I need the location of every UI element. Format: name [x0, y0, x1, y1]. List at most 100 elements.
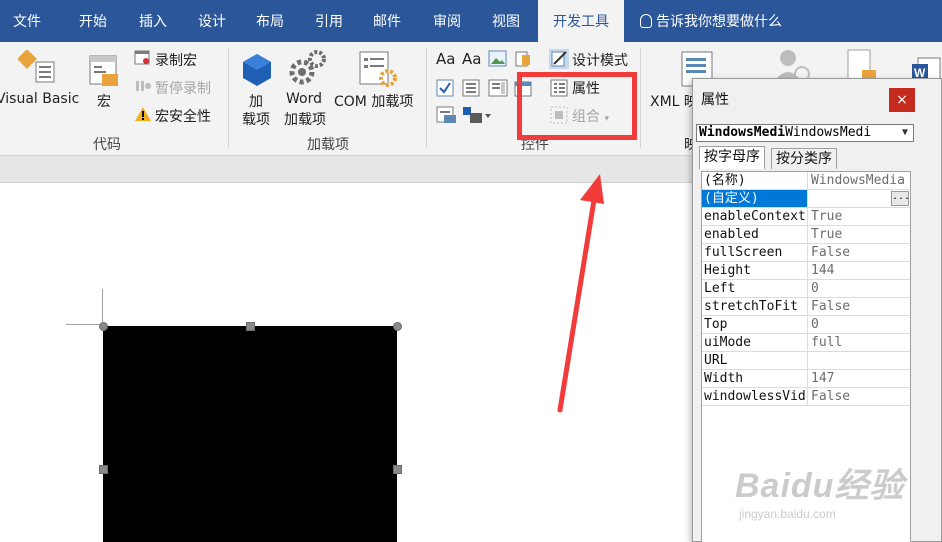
record-macro-icon [134, 50, 150, 65]
checkbox-control-icon[interactable] [436, 79, 454, 97]
chevron-down-icon: ▼ [901, 127, 909, 138]
property-name: Width [702, 370, 808, 387]
property-value[interactable]: False [809, 298, 910, 315]
property-row[interactable]: (自定义)... [702, 190, 910, 208]
property-row[interactable]: stretchToFit False [702, 298, 910, 316]
tell-me-box[interactable]: 告诉我你想要做什么 [640, 0, 782, 42]
com-addins-icon [359, 51, 397, 87]
tab-references[interactable]: 引用 [300, 0, 358, 42]
property-name: uiMode [702, 334, 808, 351]
word-addins-button-line1[interactable]: Word [286, 91, 322, 107]
property-name: Top [702, 316, 808, 333]
property-row[interactable]: (名称) WindowsMedia [702, 172, 910, 190]
tab-file[interactable]: 文件 [0, 0, 54, 42]
addins-button-line1[interactable]: 加 [249, 91, 263, 111]
property-name: windowlessVid [702, 388, 808, 405]
tab-categorized[interactable]: 按分类序 [771, 148, 837, 169]
addins-icon [243, 54, 271, 86]
macros-icon [89, 55, 118, 86]
group-divider [228, 48, 229, 148]
word-addins-button-line2[interactable]: 加载项 [284, 109, 326, 129]
plain-text-control-icon[interactable]: Aa [462, 50, 481, 68]
tab-alphabetic[interactable]: 按字母序 [699, 146, 765, 169]
tab-mailings[interactable]: 邮件 [358, 0, 416, 42]
group-divider [640, 48, 641, 148]
property-name: Height [702, 262, 808, 279]
object-selector[interactable]: WindowsMediWindowsMedi ▼ [696, 124, 914, 142]
pause-recording-icon [136, 81, 151, 91]
resize-handle[interactable] [99, 322, 108, 331]
property-value[interactable]: 0 [809, 316, 910, 333]
tab-layout[interactable]: 布局 [241, 0, 299, 42]
resize-handle[interactable] [393, 322, 402, 331]
combo-box-control-icon[interactable] [462, 79, 480, 97]
legacy-forms-icon[interactable] [436, 106, 458, 124]
legacy-tools-icon[interactable] [462, 105, 492, 125]
property-value[interactable]: 144 [809, 262, 910, 279]
tab-insert[interactable]: 插入 [124, 0, 182, 42]
property-value[interactable]: 147 [809, 370, 910, 387]
visual-basic-button[interactable]: Visual Basic [0, 91, 79, 107]
property-row[interactable]: URL [702, 352, 910, 370]
rich-text-control-icon[interactable]: Aa [436, 50, 455, 68]
property-value[interactable]: False [809, 244, 910, 261]
property-value[interactable]: 0 [809, 280, 910, 297]
code-group-label: 代码 [93, 137, 121, 153]
property-row[interactable]: Height 144 [702, 262, 910, 280]
tab-home[interactable]: 开始 [64, 0, 122, 42]
property-name: (自定义) [702, 190, 808, 207]
property-name: (名称) [702, 172, 808, 189]
tab-developer[interactable]: 开发工具 [538, 0, 624, 42]
macros-button[interactable]: 宏 [97, 91, 111, 111]
tell-me-text: 告诉我你想要做什么 [656, 14, 782, 30]
property-value[interactable]: True [809, 226, 910, 243]
object-name: WindowsMedi [699, 125, 786, 140]
tab-design[interactable]: 设计 [183, 0, 241, 42]
visual-basic-icon [18, 50, 55, 83]
record-macro-button[interactable]: 录制宏 [155, 50, 197, 70]
group-divider [426, 48, 427, 148]
watermark-logo: Baidu经验 [735, 467, 905, 505]
property-value[interactable] [809, 352, 910, 369]
dropdown-list-control-icon[interactable] [488, 79, 508, 97]
resize-handle[interactable] [246, 322, 255, 331]
windows-media-player-control[interactable] [103, 326, 397, 542]
property-row[interactable]: enableContext True [702, 208, 910, 226]
lightbulb-icon [640, 14, 652, 28]
property-name: Left [702, 280, 808, 297]
property-row[interactable]: Top 0 [702, 316, 910, 334]
design-mode-button[interactable]: 设计模式 [572, 50, 628, 70]
pause-recording-button[interactable]: 暂停录制 [155, 78, 211, 98]
xml-mapping-button[interactable]: XML 映 [650, 91, 698, 111]
property-value[interactable]: True [809, 208, 910, 225]
tab-view[interactable]: 视图 [477, 0, 535, 42]
property-row[interactable]: uiMode full [702, 334, 910, 352]
property-value[interactable]: WindowsMedia [809, 172, 910, 189]
ellipsis-button[interactable]: ... [891, 191, 910, 206]
word-window: 文件 开始 插入 设计 布局 引用 邮件 审阅 视图 开发工具 告诉我你想要做什… [0, 0, 942, 542]
warning-icon [135, 107, 151, 121]
close-button[interactable]: × [889, 88, 915, 112]
property-name: URL [702, 352, 808, 369]
baidu-watermark: Baidu经验 jingyan.baidu.com [735, 458, 904, 521]
property-value[interactable]: full [809, 334, 910, 351]
property-name: enableContext [702, 208, 808, 225]
red-arrow-annotation [557, 174, 604, 413]
building-block-control-icon[interactable] [514, 50, 532, 68]
word-addins-gear-icon [289, 50, 326, 85]
property-row[interactable]: fullScreen False [702, 244, 910, 262]
design-mode-icon [549, 49, 569, 69]
property-value[interactable]: False [809, 388, 910, 405]
tab-review[interactable]: 审阅 [418, 0, 476, 42]
macro-security-button[interactable]: 宏安全性 [155, 106, 211, 126]
property-row[interactable]: enabled True [702, 226, 910, 244]
property-name: fullScreen [702, 244, 808, 261]
addins-button-line2[interactable]: 载项 [242, 109, 270, 129]
picture-control-icon[interactable] [488, 50, 508, 68]
resize-handle[interactable] [393, 465, 402, 474]
property-row[interactable]: Width 147 [702, 370, 910, 388]
resize-handle[interactable] [99, 465, 108, 474]
property-row[interactable]: Left 0 [702, 280, 910, 298]
com-addins-button[interactable]: COM 加载项 [334, 91, 413, 111]
property-row[interactable]: windowlessVid False [702, 388, 910, 406]
